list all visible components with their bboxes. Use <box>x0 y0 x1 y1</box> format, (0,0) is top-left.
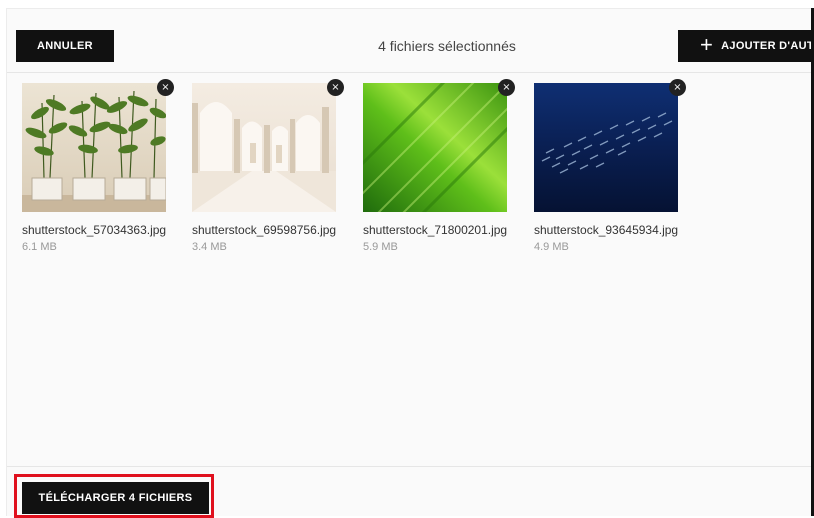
arched-hallway-image <box>192 83 336 212</box>
remove-file-button[interactable]: × <box>669 79 686 96</box>
file-thumbnail-green <box>363 83 507 212</box>
plus-icon: + <box>700 32 714 57</box>
file-size: 4.9 MB <box>534 241 569 253</box>
file-name: shutterstock_93645934.jpg <box>534 223 679 237</box>
file-name: shutterstock_69598756.jpg <box>192 223 337 237</box>
add-more-files-label: AJOUTER D'AUT <box>721 40 814 52</box>
remove-file-button[interactable]: × <box>498 79 515 96</box>
potted-plants-image <box>22 83 166 212</box>
file-thumbnail-fish <box>534 83 678 212</box>
file-name: shutterstock_71800201.jpg <box>363 223 508 237</box>
add-more-files-button[interactable]: + AJOUTER D'AUT <box>678 30 814 62</box>
dialog-header: ANNULER 4 fichiers sélectionnés + AJOUTER… <box>7 24 814 73</box>
file-thumbnail-bamboo <box>22 83 166 212</box>
dialog-footer: TÉLÉCHARGER 4 FICHIERS <box>7 466 811 518</box>
file-size: 3.4 MB <box>192 241 227 253</box>
remove-file-button[interactable]: × <box>327 79 344 96</box>
green-streaks-image <box>363 83 507 212</box>
upload-dialog: ANNULER 4 fichiers sélectionnés + AJOUTER… <box>6 8 814 518</box>
file-size: 6.1 MB <box>22 241 57 253</box>
file-thumbnail-hallway <box>192 83 336 212</box>
upload-files-button[interactable]: TÉLÉCHARGER 4 FICHIERS <box>22 482 209 514</box>
file-name: shutterstock_57034363.jpg <box>22 223 167 237</box>
cancel-button[interactable]: ANNULER <box>16 30 114 62</box>
remove-file-button[interactable]: × <box>157 79 174 96</box>
file-size: 5.9 MB <box>363 241 398 253</box>
fish-school-image <box>534 83 678 212</box>
